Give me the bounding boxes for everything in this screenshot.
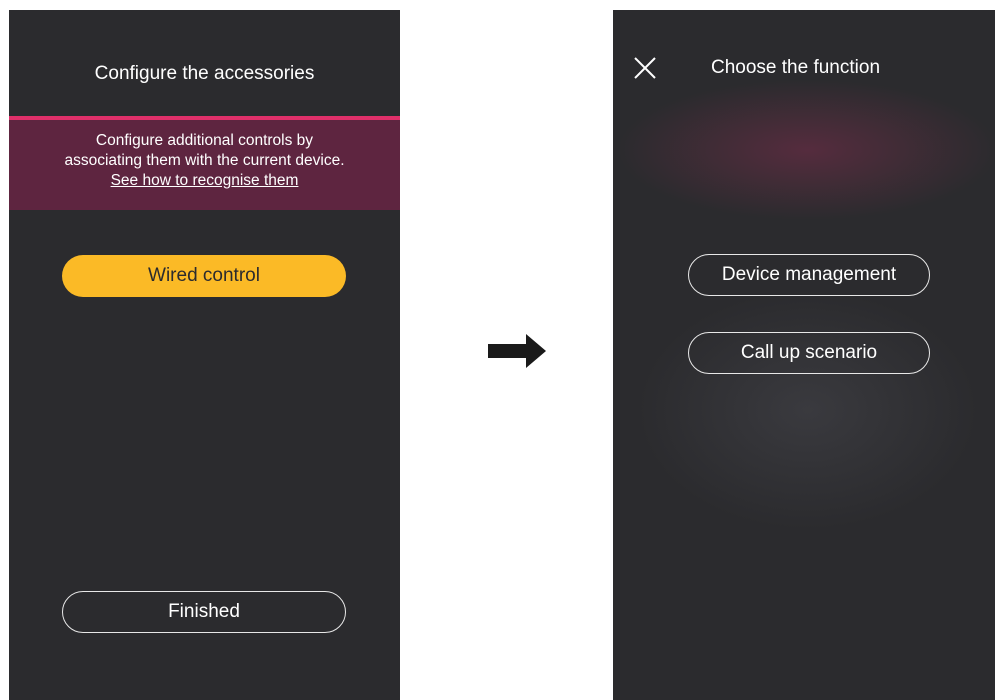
page-title: Choose the function	[711, 57, 881, 78]
call-up-scenario-button[interactable]: Call up scenario	[688, 332, 930, 374]
configure-accessories-screen: Configure the accessories Configure addi…	[9, 10, 400, 700]
device-management-button[interactable]: Device management	[688, 254, 930, 296]
choose-function-screen: Choose the function Device management Ca…	[613, 10, 995, 700]
recognise-link[interactable]: See how to recognise them	[111, 171, 299, 191]
info-text-line-1: Configure additional controls by	[95, 132, 314, 149]
page-title: Configure the accessories	[94, 63, 315, 84]
wired-control-button[interactable]: Wired control	[62, 255, 346, 297]
info-text-line-2: associating them with the current device…	[64, 152, 345, 169]
info-banner: Configure additional controls by associa…	[9, 116, 400, 210]
arrow-right-icon	[488, 334, 546, 368]
finished-button[interactable]: Finished	[62, 591, 346, 633]
close-icon[interactable]	[633, 56, 657, 80]
